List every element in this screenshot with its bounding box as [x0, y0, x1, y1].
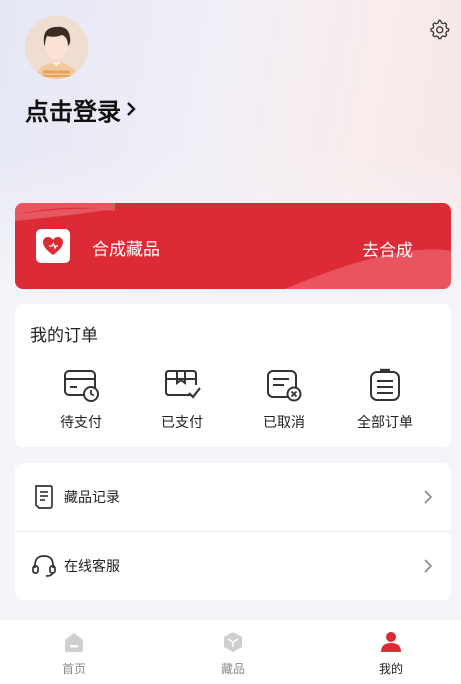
tab-mine[interactable]: 我的: [351, 630, 431, 680]
avatar-illustration: [25, 16, 88, 79]
tab-home[interactable]: 首页: [34, 630, 114, 680]
tab-label: 首页: [61, 662, 86, 676]
order-item-label: 全部订单: [357, 415, 413, 431]
tab-label: 我的: [378, 662, 403, 676]
order-pending-payment[interactable]: 待支付: [36, 368, 126, 438]
chevron-right-icon: [424, 559, 433, 573]
order-item-label: 已取消: [263, 415, 305, 431]
clipboard-list-icon: [370, 368, 400, 401]
receipt-cancel-icon: [267, 370, 302, 402]
user-avatar[interactable]: [25, 16, 88, 79]
synthesis-label: 合成藏品: [92, 240, 160, 260]
tab-label: 藏品: [220, 662, 245, 676]
cube-icon: [224, 632, 242, 652]
my-orders-card: 我的订单 待支付 已支付 已取消 全部订单: [15, 304, 451, 447]
home-icon: [65, 633, 83, 652]
order-item-label: 待支付: [60, 415, 102, 431]
menu-item-label: 在线客服: [64, 559, 120, 575]
login-label: 点击登录: [25, 97, 121, 126]
order-item-label: 已支付: [161, 415, 203, 431]
chevron-right-icon: [127, 102, 136, 116]
headset-icon: [32, 555, 56, 577]
menu-card: 藏品记录 在线客服: [15, 463, 451, 600]
orders-title: 我的订单: [30, 326, 98, 346]
go-synthesis-button[interactable]: 去合成: [362, 236, 413, 261]
document-icon: [35, 485, 53, 509]
tab-collections[interactable]: 藏品: [193, 630, 273, 680]
card-clock-icon: [64, 370, 99, 402]
order-all[interactable]: 全部订单: [340, 368, 430, 438]
order-paid[interactable]: 已支付: [137, 368, 227, 438]
heart-box-icon: [36, 229, 70, 263]
bottom-tab-bar: 首页 藏品 我的: [0, 620, 461, 684]
chevron-right-icon: [424, 490, 433, 504]
order-cancelled[interactable]: 已取消: [239, 368, 329, 438]
menu-item-label: 藏品记录: [64, 490, 120, 506]
gear-icon[interactable]: [428, 18, 450, 40]
box-check-icon: [165, 370, 201, 399]
login-link[interactable]: 点击登录: [25, 92, 137, 126]
menu-item-customer-service[interactable]: 在线客服: [15, 532, 451, 600]
person-icon: [381, 632, 401, 652]
synthesis-banner[interactable]: 合成藏品 去合成: [15, 203, 451, 289]
menu-item-collection-records[interactable]: 藏品记录: [15, 463, 451, 531]
